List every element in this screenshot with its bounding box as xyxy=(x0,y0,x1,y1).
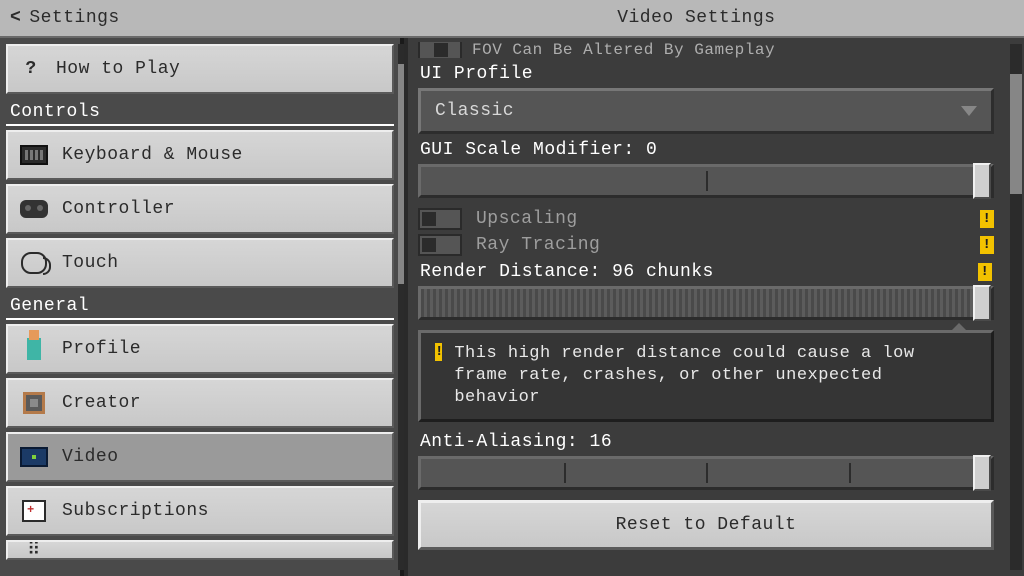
gui-scale-slider[interactable] xyxy=(418,164,994,198)
sidebar-item-label: Keyboard & Mouse xyxy=(62,145,243,165)
sidebar-item-cutoff[interactable]: ⠿ xyxy=(6,540,394,560)
controller-icon xyxy=(20,198,48,220)
sidebar-item-video[interactable]: Video xyxy=(6,432,394,482)
antialias-label: Anti-Aliasing: 16 xyxy=(420,432,992,452)
calendar-plus-icon xyxy=(20,500,48,522)
toggle-row-fov[interactable]: FOV Can Be Altered By Gameplay xyxy=(418,42,994,58)
creator-icon xyxy=(20,392,48,414)
sidebar-item-subscriptions[interactable]: Subscriptions xyxy=(6,486,394,536)
render-distance-label: Render Distance: 96 chunks xyxy=(420,262,992,282)
toggle-label: Upscaling xyxy=(476,209,578,229)
back-button[interactable]: < Settings xyxy=(0,8,120,28)
toggle-label: FOV Can Be Altered By Gameplay xyxy=(472,42,775,58)
callout-text: This high render distance could cause a … xyxy=(454,343,977,409)
sidebar-item-touch[interactable]: Touch xyxy=(6,238,394,288)
sidebar-item-label: Video xyxy=(62,447,119,467)
ui-profile-dropdown[interactable]: Classic xyxy=(418,88,994,134)
toggle-row-upscaling: Upscaling xyxy=(418,208,994,230)
content-scrollbar[interactable] xyxy=(1010,44,1022,570)
ray-tracing-toggle[interactable] xyxy=(418,234,462,256)
sidebar-item-controller[interactable]: Controller xyxy=(6,184,394,234)
reset-to-default-button[interactable]: Reset to Default xyxy=(418,500,994,550)
sidebar-item-how-to-play[interactable]: ? How to Play xyxy=(6,44,394,94)
monitor-icon xyxy=(20,446,48,468)
ui-profile-label: UI Profile xyxy=(420,64,992,84)
profile-icon xyxy=(20,338,48,360)
sidebar: ? How to Play Controls Keyboard & Mouse … xyxy=(0,38,404,576)
render-distance-warning: This high render distance could cause a … xyxy=(418,330,994,422)
sidebar-item-keyboard[interactable]: Keyboard & Mouse xyxy=(6,130,394,180)
chevron-down-icon xyxy=(961,106,977,116)
antialias-slider[interactable] xyxy=(418,456,994,490)
unknown-icon: ⠿ xyxy=(20,540,48,560)
sidebar-section-controls: Controls xyxy=(6,100,394,126)
keyboard-icon xyxy=(20,144,48,166)
page-title: Video Settings xyxy=(617,8,775,28)
sidebar-item-creator[interactable]: Creator xyxy=(6,378,394,428)
button-label: Reset to Default xyxy=(616,515,797,535)
sidebar-section-general: General xyxy=(6,294,394,320)
fov-toggle[interactable] xyxy=(418,42,462,58)
sidebar-item-profile[interactable]: Profile xyxy=(6,324,394,374)
warning-icon xyxy=(978,263,992,281)
touch-icon xyxy=(20,252,48,274)
dropdown-value: Classic xyxy=(435,101,514,121)
sidebar-item-label: Subscriptions xyxy=(62,501,209,521)
sidebar-item-label: Creator xyxy=(62,393,141,413)
top-bar: < Settings Video Settings xyxy=(0,0,1024,38)
sidebar-item-label: Touch xyxy=(62,253,119,273)
gui-scale-label: GUI Scale Modifier: 0 xyxy=(420,140,992,160)
upscaling-toggle[interactable] xyxy=(418,208,462,230)
chevron-left-icon: < xyxy=(10,8,21,28)
sidebar-item-label: Profile xyxy=(62,339,141,359)
warning-icon xyxy=(980,236,994,254)
content-panel: FOV Can Be Altered By Gameplay UI Profil… xyxy=(404,38,1024,576)
render-distance-slider[interactable] xyxy=(418,286,994,320)
sidebar-item-label: How to Play xyxy=(56,59,180,79)
toggle-row-ray-tracing: Ray Tracing xyxy=(418,234,994,256)
toggle-label: Ray Tracing xyxy=(476,235,600,255)
back-label: Settings xyxy=(29,8,119,28)
warning-icon xyxy=(435,343,442,361)
sidebar-item-label: Controller xyxy=(62,199,175,219)
warning-icon xyxy=(980,210,994,228)
question-icon: ? xyxy=(20,58,42,80)
